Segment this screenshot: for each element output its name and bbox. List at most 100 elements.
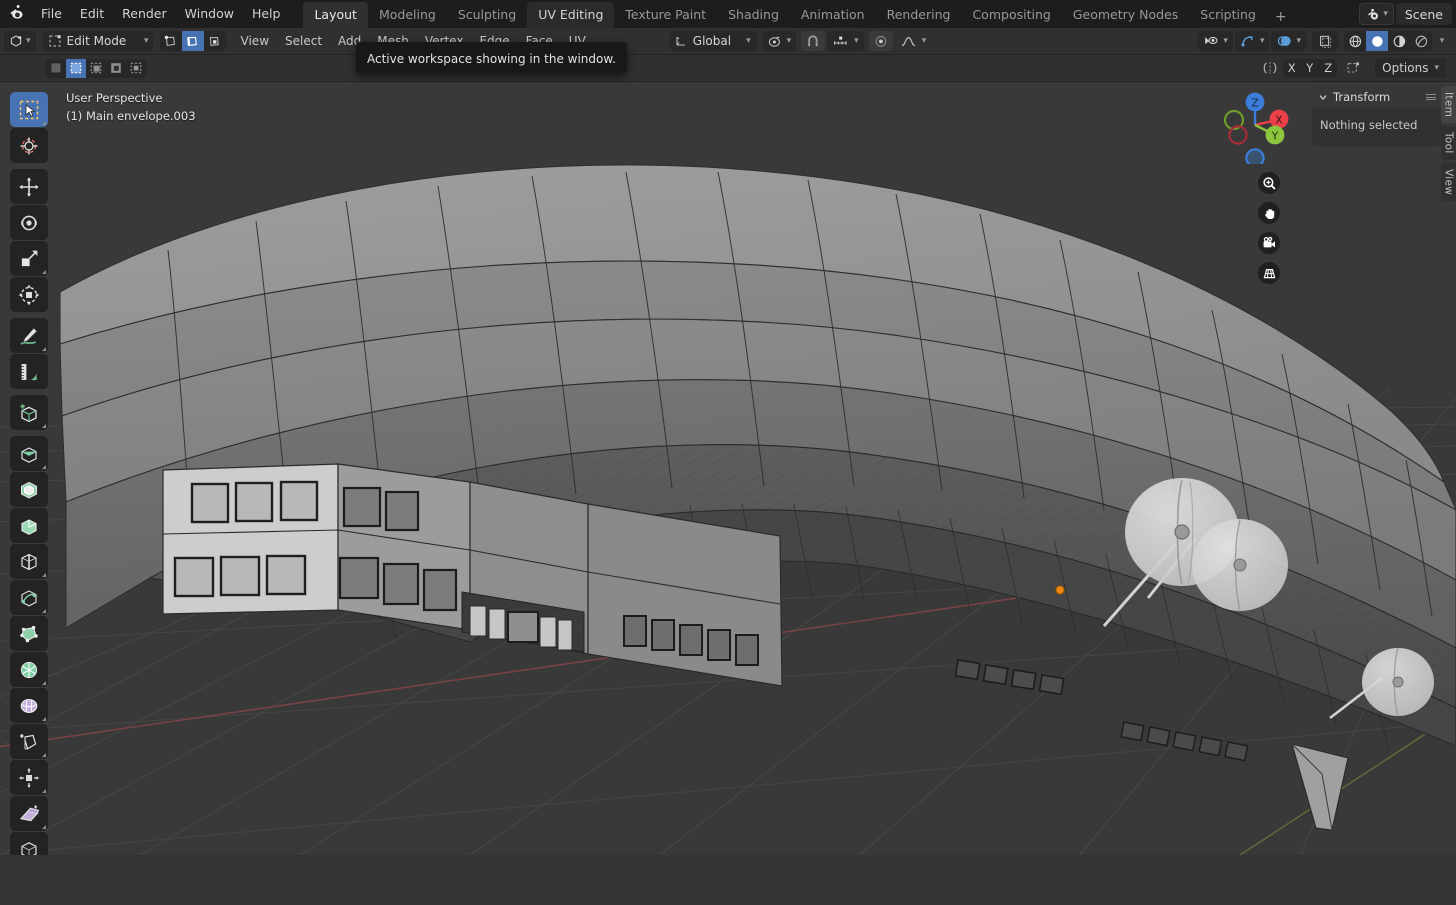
tool-annotate[interactable] xyxy=(10,318,48,353)
shading-solid-button[interactable] xyxy=(1366,31,1388,51)
transform-orientation-select[interactable]: Global ▾ xyxy=(669,31,757,51)
workspace-tab-shading[interactable]: Shading xyxy=(717,2,790,29)
tool-cursor[interactable] xyxy=(10,128,48,163)
options-button[interactable]: Options ▾ xyxy=(1375,58,1446,78)
proportional-edit-toggle[interactable] xyxy=(868,31,893,51)
show-gizmo-button[interactable]: ▾ xyxy=(1234,31,1270,51)
add-workspace-button[interactable]: + xyxy=(1267,6,1295,28)
viewport-pan-button[interactable] xyxy=(1258,202,1280,224)
tool-rotate[interactable] xyxy=(10,205,48,240)
extend-select-button[interactable] xyxy=(86,59,106,78)
viewport-camera-button[interactable] xyxy=(1258,232,1280,254)
chevron-down-icon: ▾ xyxy=(1434,62,1439,73)
proportional-falloff-select[interactable]: ▾ xyxy=(895,31,932,51)
3d-viewport[interactable]: User Perspective (1) Main envelope.003 Z… xyxy=(0,82,1456,855)
tool-bevel[interactable] xyxy=(10,508,48,543)
pivot-point-select[interactable]: ▾ xyxy=(761,31,797,51)
tweak-select-button[interactable] xyxy=(46,59,66,78)
topology-mirror-icon[interactable] xyxy=(1345,60,1363,76)
tool-scale[interactable] xyxy=(10,241,48,276)
menu-file[interactable]: File xyxy=(32,3,71,25)
toolbar-group-annotate xyxy=(10,318,48,389)
workspace-tab-scripting[interactable]: Scripting xyxy=(1189,2,1267,29)
svg-text:Y: Y xyxy=(1271,130,1279,142)
tool-sub-indicator xyxy=(42,347,46,351)
shading-rendered-button[interactable] xyxy=(1410,31,1432,51)
viewport-menu-view[interactable]: View xyxy=(233,32,277,50)
status-bar xyxy=(0,855,1456,905)
mirror-axis-y-button[interactable]: Y xyxy=(1301,58,1320,78)
navigation-gizmo[interactable]: Z X Y xyxy=(1216,86,1294,164)
workspace-tab-layout[interactable]: Layout xyxy=(303,2,368,29)
sidebar-tab-item[interactable]: Item xyxy=(1441,86,1456,124)
tool-poly-build[interactable] xyxy=(10,616,48,651)
shading-material-button[interactable] xyxy=(1388,31,1410,51)
vertex-select-mode-button[interactable] xyxy=(159,31,182,51)
viewport-toggle-projection-button[interactable] xyxy=(1258,262,1280,284)
shading-wireframe-button[interactable] xyxy=(1344,31,1366,51)
mirror-axis-z-button[interactable]: Z xyxy=(1319,59,1337,78)
knife-icon xyxy=(21,589,37,606)
viewport-header: ▾ Edit Mode ▾ View Select Add Mesh Verte… xyxy=(0,28,1456,55)
scene-name-field[interactable]: Scene xyxy=(1395,3,1452,25)
tool-transform[interactable] xyxy=(10,277,48,312)
viewport-menu-select[interactable]: Select xyxy=(277,32,330,50)
object-types-visibility-button[interactable]: ▾ xyxy=(1198,31,1233,51)
chevron-down-icon: ▾ xyxy=(1259,35,1265,46)
select-mode-group xyxy=(46,58,146,78)
menu-edit[interactable]: Edit xyxy=(71,3,113,25)
workspace-tab-geometry-nodes[interactable]: Geometry Nodes xyxy=(1062,2,1189,29)
tool-knife[interactable] xyxy=(10,580,48,615)
intersect-select-button[interactable] xyxy=(126,59,146,78)
box-select-button[interactable] xyxy=(66,58,86,78)
tool-add-cube[interactable] xyxy=(10,395,48,430)
workspace-tab-texture-paint[interactable]: Texture Paint xyxy=(614,2,717,29)
viewport-zoom-button[interactable] xyxy=(1258,172,1280,194)
workspace-tab-sculpting[interactable]: Sculpting xyxy=(447,2,527,29)
snap-toggle-button[interactable] xyxy=(801,31,826,51)
tool-rip-region[interactable] xyxy=(10,832,48,855)
tool-move[interactable] xyxy=(10,169,48,204)
workspace-tab-animation[interactable]: Animation xyxy=(790,2,876,29)
tool-select-box[interactable] xyxy=(10,92,48,127)
workspace-tab-compositing[interactable]: Compositing xyxy=(961,2,1061,29)
move-icon xyxy=(19,176,39,197)
top-bar-right: ▾ Scene xyxy=(1359,2,1452,26)
magnet-snap-icon xyxy=(808,34,818,46)
panel-grip-icon[interactable] xyxy=(1426,94,1436,100)
tool-edge-slide[interactable] xyxy=(10,724,48,759)
scene-browse-button[interactable]: ▾ xyxy=(1359,3,1394,25)
tool-shear[interactable] xyxy=(10,796,48,831)
tool-loop-cut[interactable] xyxy=(10,544,48,579)
face-select-mode-button[interactable] xyxy=(203,31,226,51)
snap-to-select[interactable]: ▾ xyxy=(827,31,864,51)
tool-measure[interactable] xyxy=(10,354,48,389)
blender-logo-icon[interactable] xyxy=(6,3,28,25)
menu-window[interactable]: Window xyxy=(176,3,243,25)
tool-spin[interactable] xyxy=(10,652,48,687)
sidebar-tab-view-label: View xyxy=(1442,168,1455,195)
transform-panel-header[interactable]: Transform xyxy=(1312,86,1442,108)
interaction-mode-select[interactable]: Edit Mode ▾ xyxy=(42,31,153,51)
edge-select-mode-button[interactable] xyxy=(181,31,204,51)
toggle-xray-button[interactable] xyxy=(1312,31,1338,51)
mirror-axis-x-button[interactable]: X xyxy=(1283,58,1302,78)
workspace-tab-rendering[interactable]: Rendering xyxy=(876,2,962,29)
tool-inset-faces[interactable] xyxy=(10,472,48,507)
shading-popover-button[interactable]: ▾ xyxy=(1434,31,1450,51)
menu-render[interactable]: Render xyxy=(113,3,176,25)
poly-build-icon xyxy=(20,625,38,642)
subtract-select-button[interactable] xyxy=(106,59,126,78)
menu-help[interactable]: Help xyxy=(243,3,290,25)
workspace-tab-uv-editing[interactable]: UV Editing xyxy=(527,2,615,29)
workspace-tab-modeling[interactable]: Modeling xyxy=(368,2,447,29)
sidebar-tab-tool[interactable]: Tool xyxy=(1441,126,1456,160)
tool-smooth[interactable] xyxy=(10,688,48,723)
tool-shrink-fatten[interactable] xyxy=(10,760,48,795)
editor-type-button[interactable]: ▾ xyxy=(4,31,36,51)
sidebar-tab-view[interactable]: View xyxy=(1441,162,1456,201)
tool-extrude-region[interactable] xyxy=(10,436,48,471)
show-overlays-button[interactable]: ▾ xyxy=(1271,31,1306,51)
measure-icon xyxy=(20,362,38,381)
edit-mode-icon xyxy=(49,35,61,47)
